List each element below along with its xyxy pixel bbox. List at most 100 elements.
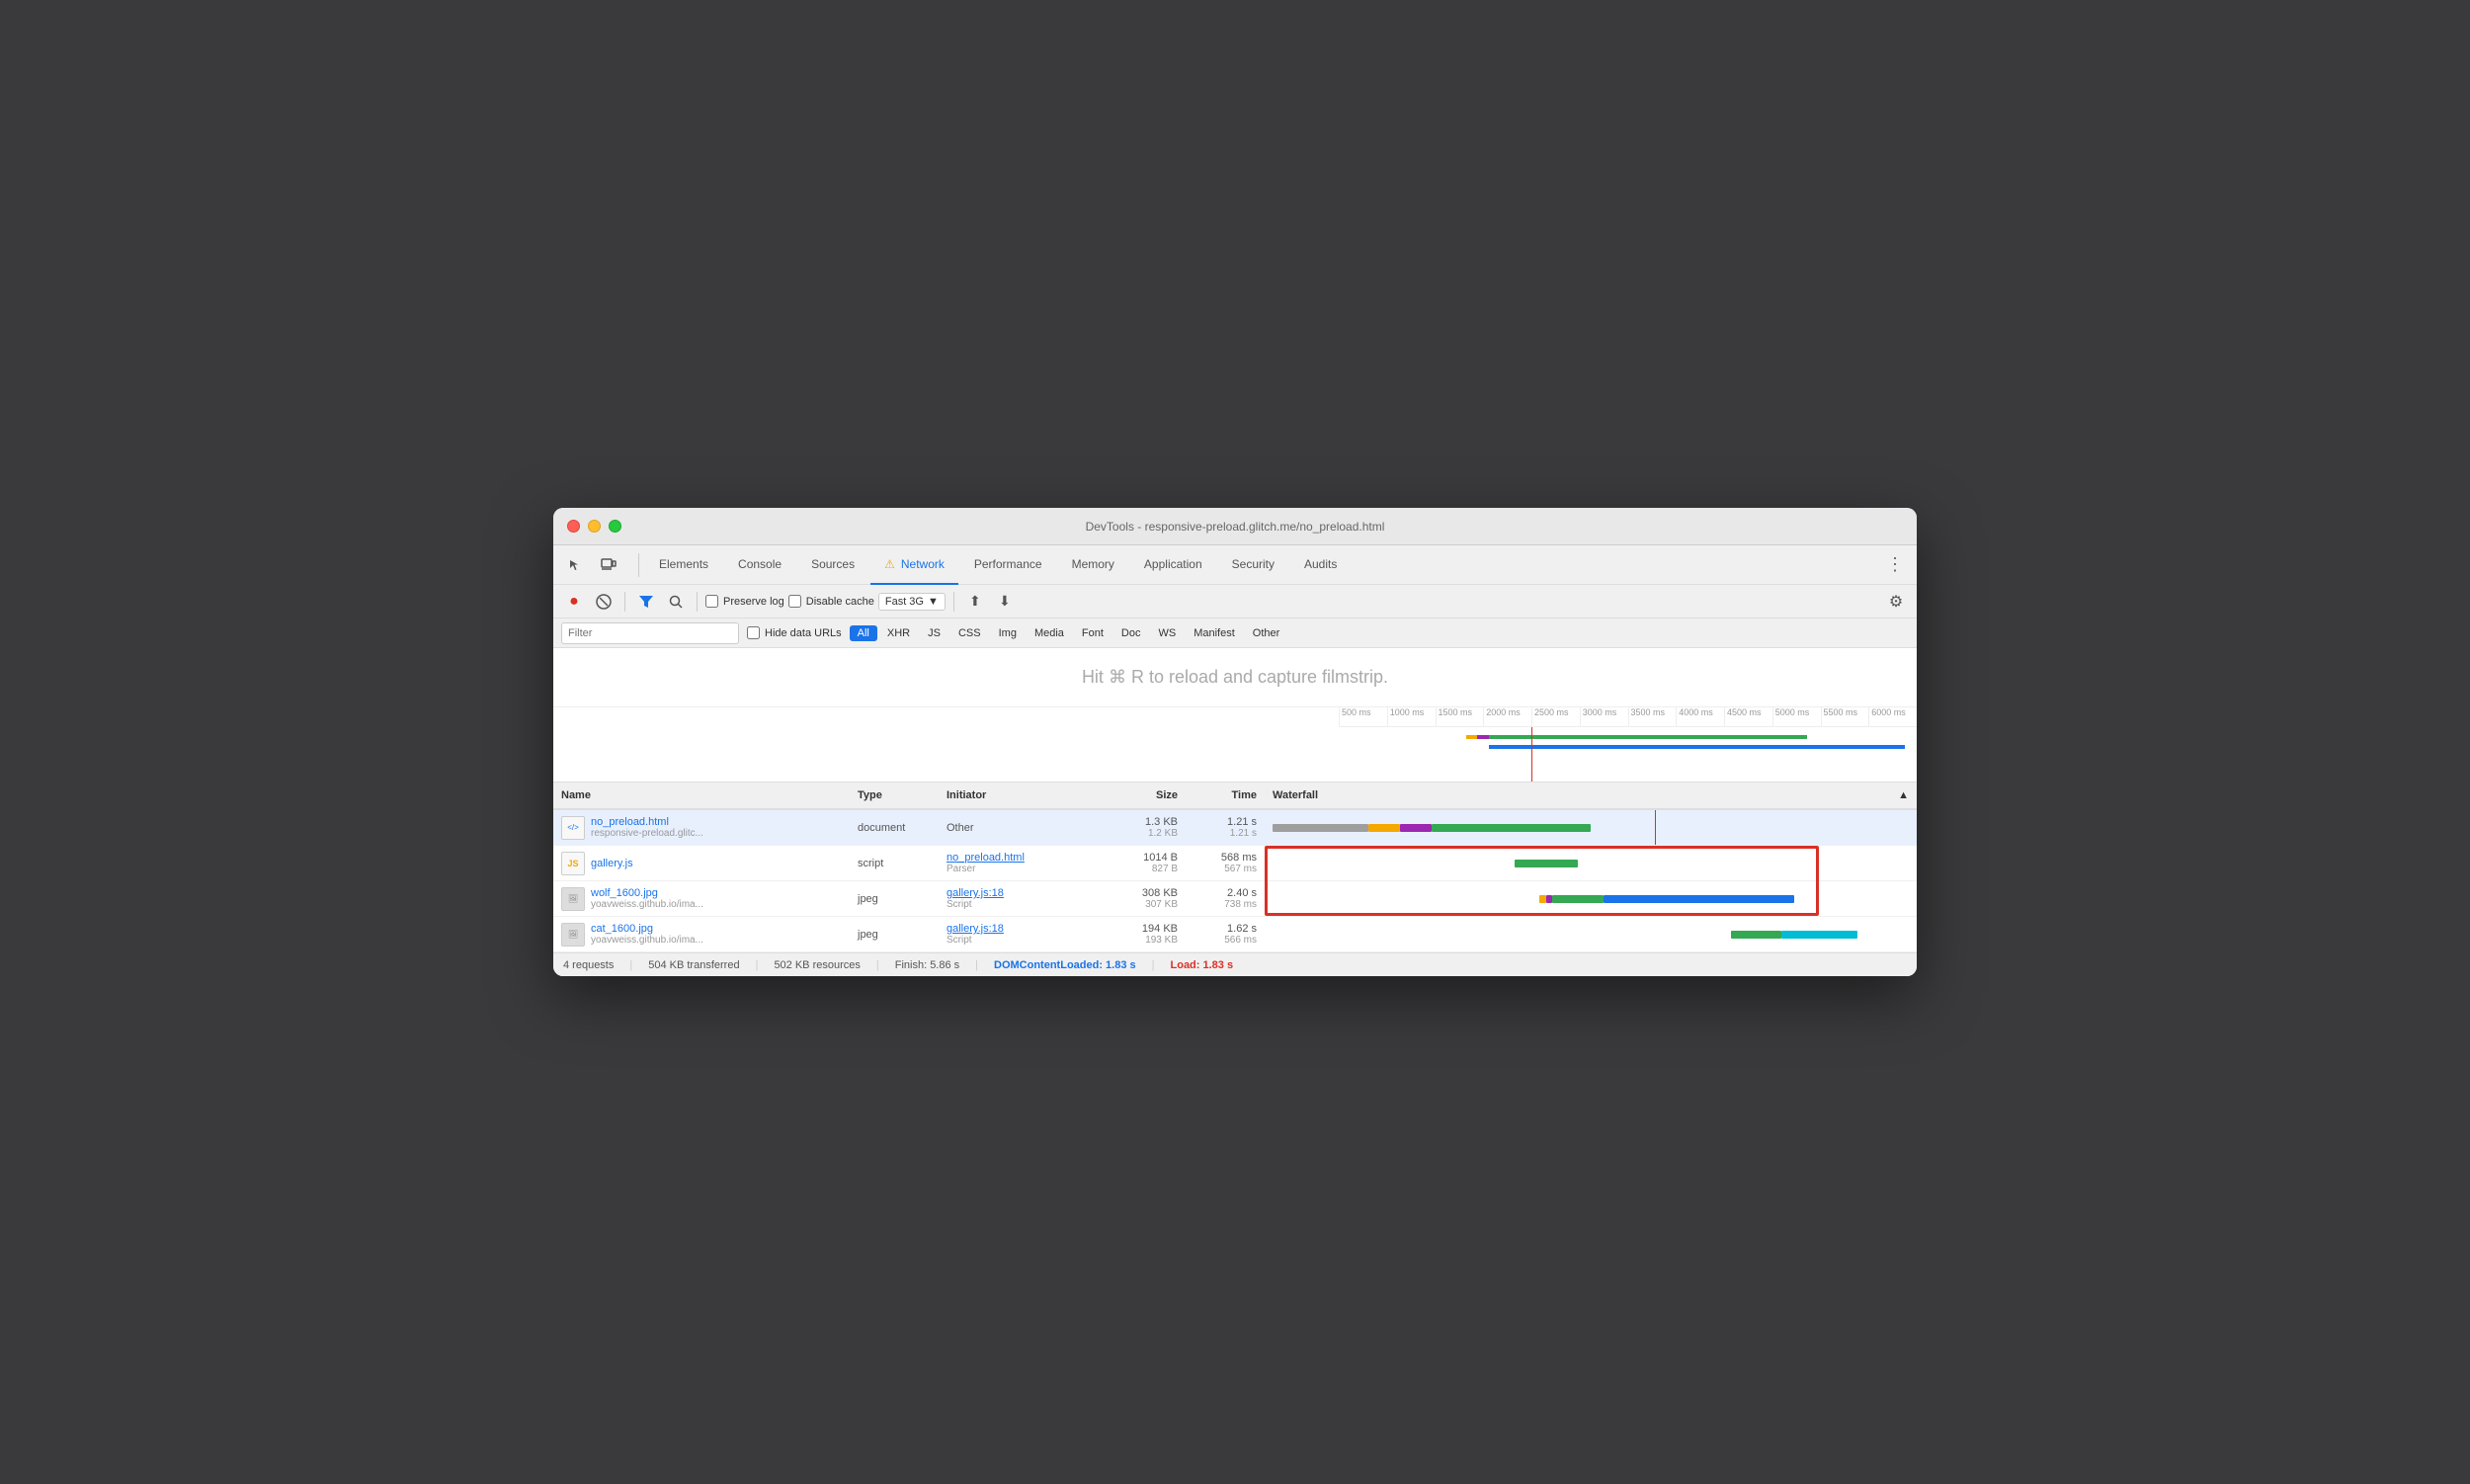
file-icon-cat: 🖼 xyxy=(561,923,585,947)
tl-tick-6000: 6000 ms xyxy=(1868,707,1917,726)
timeline-wrapper: 500 ms 1000 ms 1500 ms 2000 ms 2500 ms 3… xyxy=(553,707,1917,783)
search-button[interactable] xyxy=(663,589,689,615)
row-type-wolf-jpg: jpeg xyxy=(850,881,939,916)
more-tabs-button[interactable]: ⋮ xyxy=(1881,551,1909,579)
tl-tick-2000: 2000 ms xyxy=(1483,707,1531,726)
disable-cache-label[interactable]: Disable cache xyxy=(788,595,874,608)
device-icon-button[interactable] xyxy=(595,551,622,579)
tl-tick-3500: 3500 ms xyxy=(1628,707,1677,726)
filter-type-xhr[interactable]: XHR xyxy=(879,625,918,641)
row-time-gallery-js: 568 ms 567 ms xyxy=(1186,846,1265,880)
stop-button[interactable] xyxy=(591,589,617,615)
status-transferred: 504 KB transferred xyxy=(648,959,739,971)
wf-bar-gallery-js xyxy=(1515,860,1578,867)
filmstrip-message: Hit ⌘ R to reload and capture filmstrip. xyxy=(1082,667,1388,688)
filename-wolf-jpg: wolf_1600.jpg xyxy=(591,887,703,899)
file-icon-wolf: 🖼 xyxy=(561,887,585,911)
tab-sources[interactable]: Sources xyxy=(797,545,868,585)
settings-button[interactable]: ⚙ xyxy=(1883,589,1909,615)
tab-security[interactable]: Security xyxy=(1218,545,1288,585)
close-button[interactable] xyxy=(567,520,580,533)
upload-button[interactable]: ⬆ xyxy=(962,589,988,615)
wf-red-line xyxy=(1655,810,1656,845)
initiator-link-cat[interactable]: gallery.js:18 xyxy=(947,923,1089,935)
table-row[interactable]: JS gallery.js script no_preload.html Par… xyxy=(553,846,1917,881)
row-time-cat-jpg: 1.62 s 566 ms xyxy=(1186,917,1265,951)
maximize-button[interactable] xyxy=(609,520,621,533)
tab-application[interactable]: Application xyxy=(1130,545,1216,585)
timeline-graph xyxy=(1339,727,1917,782)
preserve-log-checkbox[interactable] xyxy=(705,595,718,608)
tl-tick-4000: 4000 ms xyxy=(1676,707,1724,726)
row-time-wolf-jpg: 2.40 s 738 ms xyxy=(1186,881,1265,916)
status-resources: 502 KB resources xyxy=(774,959,860,971)
filter-icon-button[interactable] xyxy=(633,589,659,615)
col-header-time[interactable]: Time xyxy=(1186,789,1265,801)
row-name-gallery-js: JS gallery.js xyxy=(553,846,850,880)
tl-tick-3000: 3000 ms xyxy=(1580,707,1628,726)
row-size-gallery-js: 1014 B 827 B xyxy=(1097,846,1186,880)
status-dcl: DOMContentLoaded: 1.83 s xyxy=(994,959,1136,971)
tab-network[interactable]: ⚠ Network xyxy=(870,545,958,585)
row-waterfall-no-preload xyxy=(1265,810,1917,845)
row-name-cat-jpg: 🖼 cat_1600.jpg yoavweiss.github.io/ima..… xyxy=(553,917,850,951)
record-button[interactable]: ● xyxy=(561,589,587,615)
initiator-link-gallery-js[interactable]: no_preload.html xyxy=(947,852,1089,864)
col-header-waterfall[interactable]: Waterfall ▲ xyxy=(1265,789,1917,801)
wf-bar-connect xyxy=(1368,824,1400,832)
file-icon-js: JS xyxy=(561,852,585,875)
filter-type-font[interactable]: Font xyxy=(1074,625,1112,641)
tab-performance[interactable]: Performance xyxy=(960,545,1056,585)
filter-types: All XHR JS CSS Img Media Font Doc WS Man… xyxy=(850,625,1288,641)
hide-data-urls-label[interactable]: Hide data URLs xyxy=(747,626,842,639)
devtools-window: DevTools - responsive-preload.glitch.me/… xyxy=(553,508,1917,976)
tab-icons xyxy=(561,551,622,579)
table-row[interactable]: 🖼 cat_1600.jpg yoavweiss.github.io/ima..… xyxy=(553,917,1917,952)
tab-audits[interactable]: Audits xyxy=(1290,545,1351,585)
wf-wolf-green xyxy=(1552,895,1604,903)
filter-type-js[interactable]: JS xyxy=(920,625,948,641)
col-header-initiator[interactable]: Initiator xyxy=(939,789,1097,801)
filter-type-ws[interactable]: WS xyxy=(1150,625,1184,641)
filter-type-manifest[interactable]: Manifest xyxy=(1186,625,1243,641)
filter-type-all[interactable]: All xyxy=(850,625,877,641)
col-header-type[interactable]: Type xyxy=(850,789,939,801)
col-header-name[interactable]: Name xyxy=(553,789,850,801)
sort-arrow-icon: ▲ xyxy=(1898,789,1909,801)
initiator-link-wolf[interactable]: gallery.js:18 xyxy=(947,887,1089,899)
cursor-icon-button[interactable] xyxy=(561,551,589,579)
network-toolbar: ● Preserve log Disable cache Fast 3G xyxy=(553,585,1917,618)
window-title: DevTools - responsive-preload.glitch.me/… xyxy=(1086,520,1385,534)
throttle-dropdown[interactable]: Fast 3G ▼ xyxy=(878,593,946,611)
tab-elements[interactable]: Elements xyxy=(645,545,722,585)
filename-gallery-js: gallery.js xyxy=(591,858,633,869)
tl-tick-4500: 4500 ms xyxy=(1724,707,1772,726)
disable-cache-checkbox[interactable] xyxy=(788,595,801,608)
row-time-no-preload: 1.21 s 1.21 s xyxy=(1186,810,1265,845)
minimize-button[interactable] xyxy=(588,520,601,533)
download-button[interactable]: ⬇ xyxy=(992,589,1018,615)
warning-icon: ⚠ xyxy=(884,557,895,571)
toolbar-separator-3 xyxy=(953,592,954,612)
preserve-log-label[interactable]: Preserve log xyxy=(705,595,784,608)
hide-data-urls-checkbox[interactable] xyxy=(747,626,760,639)
tl-tick-1500: 1500 ms xyxy=(1436,707,1484,726)
row-initiator-no-preload: Other xyxy=(939,810,1097,845)
table-row[interactable]: </> no_preload.html responsive-preload.g… xyxy=(553,810,1917,846)
filter-type-doc[interactable]: Doc xyxy=(1113,625,1149,641)
tab-console[interactable]: Console xyxy=(724,545,795,585)
wf-no-preload xyxy=(1273,821,1909,835)
tab-memory[interactable]: Memory xyxy=(1058,545,1128,585)
filter-input[interactable] xyxy=(561,622,739,644)
filter-type-css[interactable]: CSS xyxy=(950,625,989,641)
table-row[interactable]: 🖼 wolf_1600.jpg yoavweiss.github.io/ima.… xyxy=(553,881,1917,917)
status-load: Load: 1.83 s xyxy=(1171,959,1234,971)
filter-type-other[interactable]: Other xyxy=(1245,625,1288,641)
toolbar-separator-2 xyxy=(697,592,698,612)
wf-wolf-orange xyxy=(1539,895,1545,903)
row-size-wolf-jpg: 308 KB 307 KB xyxy=(1097,881,1186,916)
filter-type-img[interactable]: Img xyxy=(991,625,1025,641)
filter-type-media[interactable]: Media xyxy=(1027,625,1072,641)
col-header-size[interactable]: Size xyxy=(1097,789,1186,801)
wf-bar-ssl xyxy=(1400,824,1432,832)
